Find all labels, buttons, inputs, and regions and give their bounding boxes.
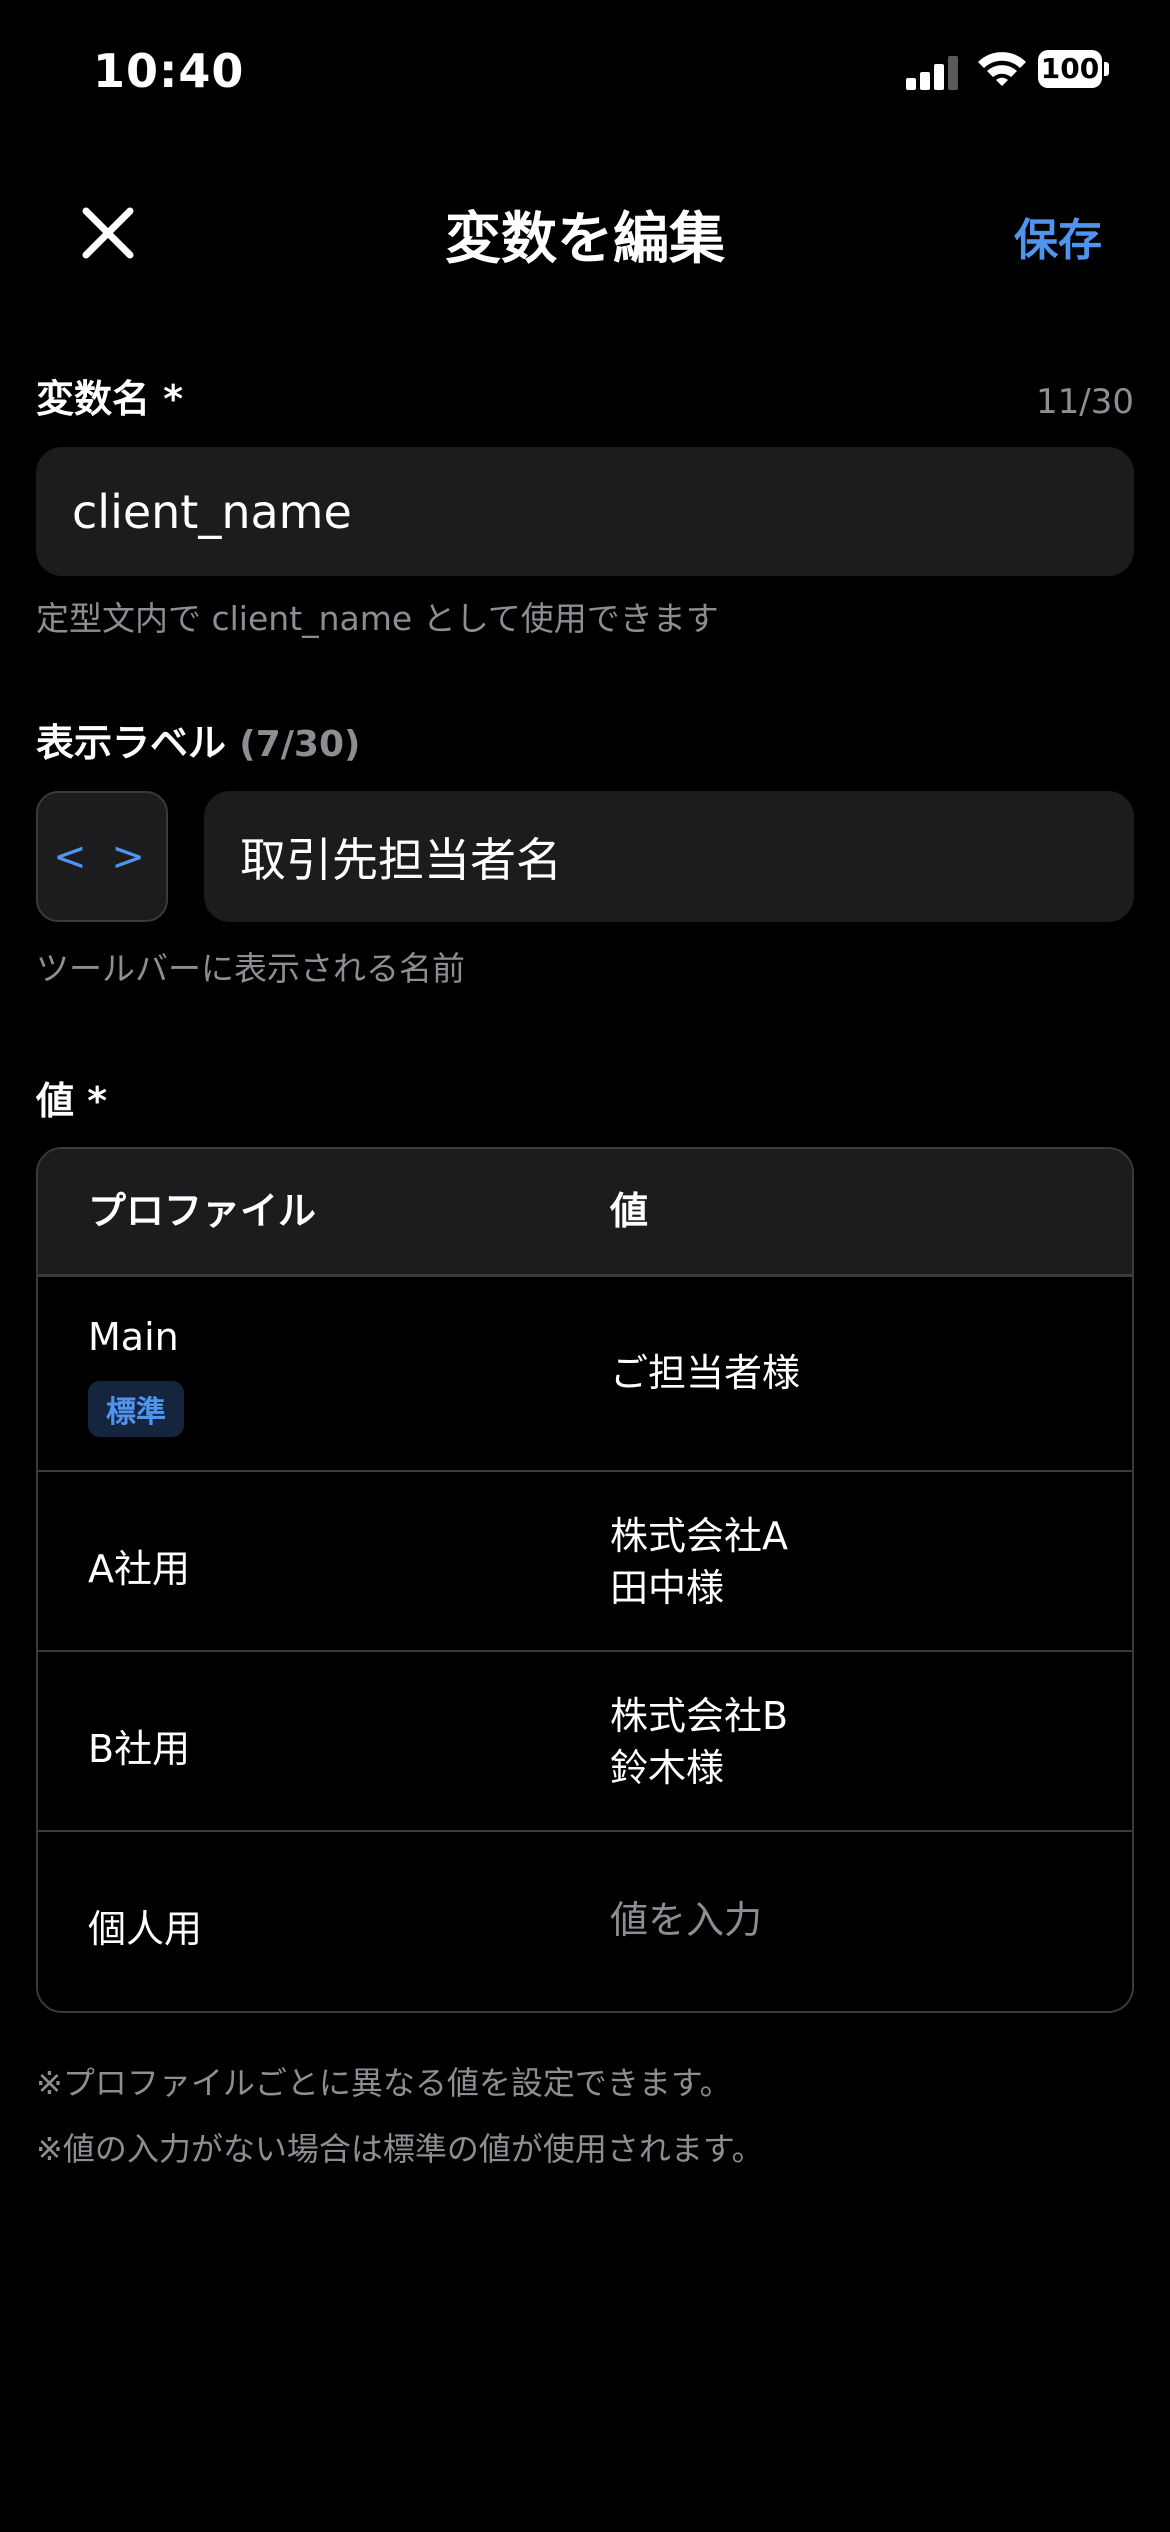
display-label-label: 表示ラベル (7/30) (36, 712, 360, 767)
code-icon-button[interactable]: < > (36, 791, 168, 922)
variable-name-counter: 11/30 (1036, 382, 1134, 422)
profile-value-input[interactable]: 値を入力 (610, 1894, 762, 1946)
profile-value[interactable]: ご担当者様 (610, 1347, 800, 1399)
note-2: ※値の入力がない場合は標準の値が使用されます。 (36, 2130, 764, 2168)
profile-name: Main (88, 1315, 179, 1359)
table-row[interactable]: 個人用 値を入力 (38, 1832, 1132, 2011)
default-badge: 標準 (88, 1381, 184, 1437)
wifi-icon (978, 52, 1026, 86)
table-row[interactable]: Main 標準 ご担当者様 (38, 1277, 1132, 1472)
profile-value[interactable]: 株式会社B 鈴木様 (610, 1690, 788, 1794)
table-row[interactable]: A社用 株式会社A 田中様 (38, 1472, 1132, 1652)
variable-name-label: 変数名 * (36, 377, 184, 421)
note-1: ※プロファイルごとに異なる値を設定できます。 (36, 2064, 732, 2102)
display-label-value: 取引先担当者名 (240, 832, 562, 887)
battery-icon: 100 (1038, 50, 1110, 88)
cellular-signal-icon (906, 56, 958, 90)
header-value: 値 (610, 1189, 649, 1233)
variable-name-hint: 定型文内で client_name として使用できます (36, 599, 719, 638)
profile-name: B社用 (88, 1727, 191, 1771)
display-label-hint: ツールバーに表示される名前 (36, 949, 465, 988)
values-label: 値 * (36, 1079, 108, 1123)
profile-name: 個人用 (88, 1907, 203, 1951)
values-table: プロファイル 値 Main 標準 ご担当者様 A社用 株式会社A 田中様 B社用… (36, 1147, 1134, 2013)
code-icon: < > (53, 833, 151, 880)
battery-level: 100 (1038, 50, 1102, 88)
save-button[interactable]: 保存 (1014, 204, 1102, 268)
display-label-counter: (7/30) (239, 724, 361, 765)
display-label-input[interactable]: 取引先担当者名 (204, 791, 1134, 922)
variable-name-input[interactable]: client_name (36, 447, 1134, 576)
header-profile: プロファイル (88, 1189, 317, 1233)
page-title: 変数を編集 (445, 207, 725, 272)
status-time: 10:40 (93, 44, 245, 98)
default-badge-label: 標準 (88, 1381, 184, 1437)
display-label-title: 表示ラベル (36, 721, 227, 765)
variable-name-value: client_name (72, 484, 352, 539)
profile-name: A社用 (88, 1547, 190, 1591)
table-header: プロファイル 値 (38, 1149, 1132, 1277)
profile-value[interactable]: 株式会社A 田中様 (610, 1510, 788, 1614)
table-row[interactable]: B社用 株式会社B 鈴木様 (38, 1652, 1132, 1832)
